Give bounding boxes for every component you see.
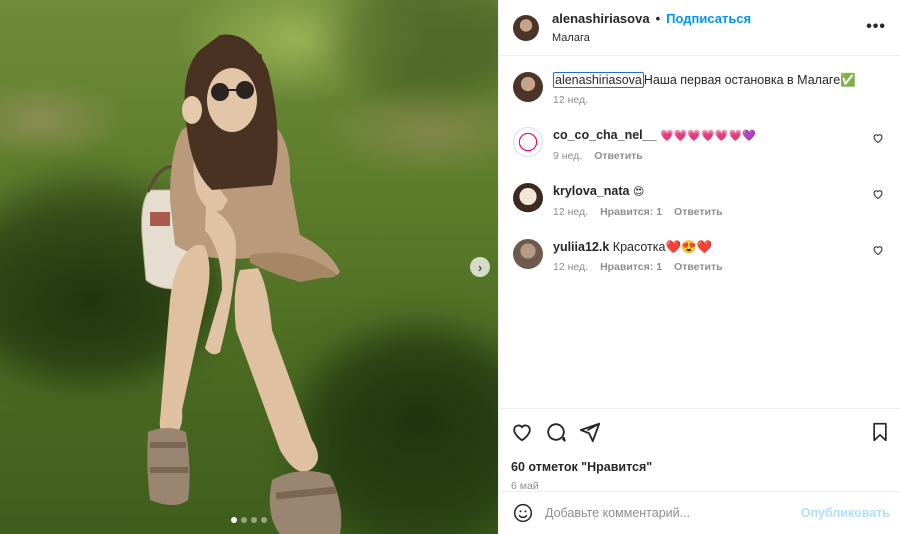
- like-comment-icon[interactable]: [872, 244, 884, 256]
- comment-item: yuliia12.k Красотка❤️😍❤️ 12 нед. Нравитс…: [513, 239, 886, 273]
- add-comment-bar: Опубликовать: [499, 491, 900, 534]
- reply-button[interactable]: Ответить: [594, 150, 643, 162]
- like-comment-icon[interactable]: [872, 188, 884, 200]
- post-location[interactable]: Малага: [552, 32, 751, 44]
- caption-username[interactable]: alenashiriasova: [553, 72, 644, 88]
- author-username[interactable]: alenashiriasova: [552, 11, 650, 26]
- commenter-username[interactable]: krylova_nata: [553, 184, 629, 198]
- commenter-username[interactable]: co_co_cha_nel__: [553, 128, 657, 142]
- share-icon[interactable]: [579, 421, 601, 443]
- woman-figure: [141, 34, 342, 534]
- post-panel: alenashiriasova • Подписаться Малага •••…: [498, 0, 900, 534]
- comment-item: krylova_nata 😍 12 нед. Нравится: 1 Ответ…: [513, 183, 886, 218]
- caption-time[interactable]: 12 нед.: [553, 94, 588, 106]
- comment-likes[interactable]: Нравится: 1: [600, 206, 662, 218]
- carousel-dots: [0, 517, 498, 523]
- bookmark-icon[interactable]: [870, 422, 890, 442]
- comment-item: co_co_cha_nel__ 💗💗💗💗💗💗💜 9 нед. Ответить: [513, 127, 886, 162]
- carousel-dot: [241, 517, 247, 523]
- comments-list: alenashiriasova Наша первая остановка в М…: [499, 56, 900, 408]
- carousel-dot: [251, 517, 257, 523]
- comment-time[interactable]: 9 нед.: [553, 150, 582, 162]
- chevron-right-icon: ›: [477, 259, 483, 275]
- post-header: alenashiriasova • Подписаться Малага •••: [499, 0, 900, 56]
- author-avatar[interactable]: [513, 72, 543, 102]
- more-options-icon[interactable]: •••: [866, 18, 886, 36]
- carousel-dot: [231, 517, 237, 523]
- publish-button[interactable]: Опубликовать: [801, 506, 890, 520]
- caption-text: Наша первая остановка в Малаге✅: [643, 73, 856, 87]
- follow-button[interactable]: Подписаться: [666, 11, 751, 26]
- emoji-icon[interactable]: [513, 503, 533, 523]
- commenter-avatar[interactable]: [513, 239, 543, 269]
- reply-button[interactable]: Ответить: [674, 261, 723, 273]
- comment-likes[interactable]: Нравится: 1: [600, 261, 662, 273]
- post-actions: 60 отметок "Нравится" 6 май: [499, 408, 900, 492]
- post-photo[interactable]: ›: [0, 0, 498, 534]
- author-avatar[interactable]: [513, 14, 539, 41]
- commenter-avatar[interactable]: [513, 127, 543, 157]
- comment-text: 😍: [632, 185, 645, 198]
- comment-text: 💗💗💗💗💗💗💜: [660, 129, 756, 142]
- commenter-avatar[interactable]: [513, 183, 543, 213]
- like-comment-icon[interactable]: [872, 132, 884, 144]
- separator-dot: •: [655, 11, 661, 26]
- comment-time[interactable]: 12 нед.: [553, 206, 588, 218]
- carousel-dot: [261, 517, 267, 523]
- caption: alenashiriasova Наша первая остановка в М…: [513, 72, 886, 106]
- likes-count[interactable]: 60 отметок "Нравится": [511, 460, 890, 474]
- next-photo-button[interactable]: ›: [470, 257, 490, 277]
- like-icon[interactable]: [511, 421, 533, 443]
- comment-time[interactable]: 12 нед.: [553, 261, 588, 273]
- comment-input[interactable]: [545, 506, 801, 520]
- commenter-username[interactable]: yuliia12.k: [553, 240, 609, 254]
- comment-icon[interactable]: [545, 421, 567, 443]
- reply-button[interactable]: Ответить: [674, 206, 723, 218]
- comment-text: Красотка❤️😍❤️: [612, 240, 713, 254]
